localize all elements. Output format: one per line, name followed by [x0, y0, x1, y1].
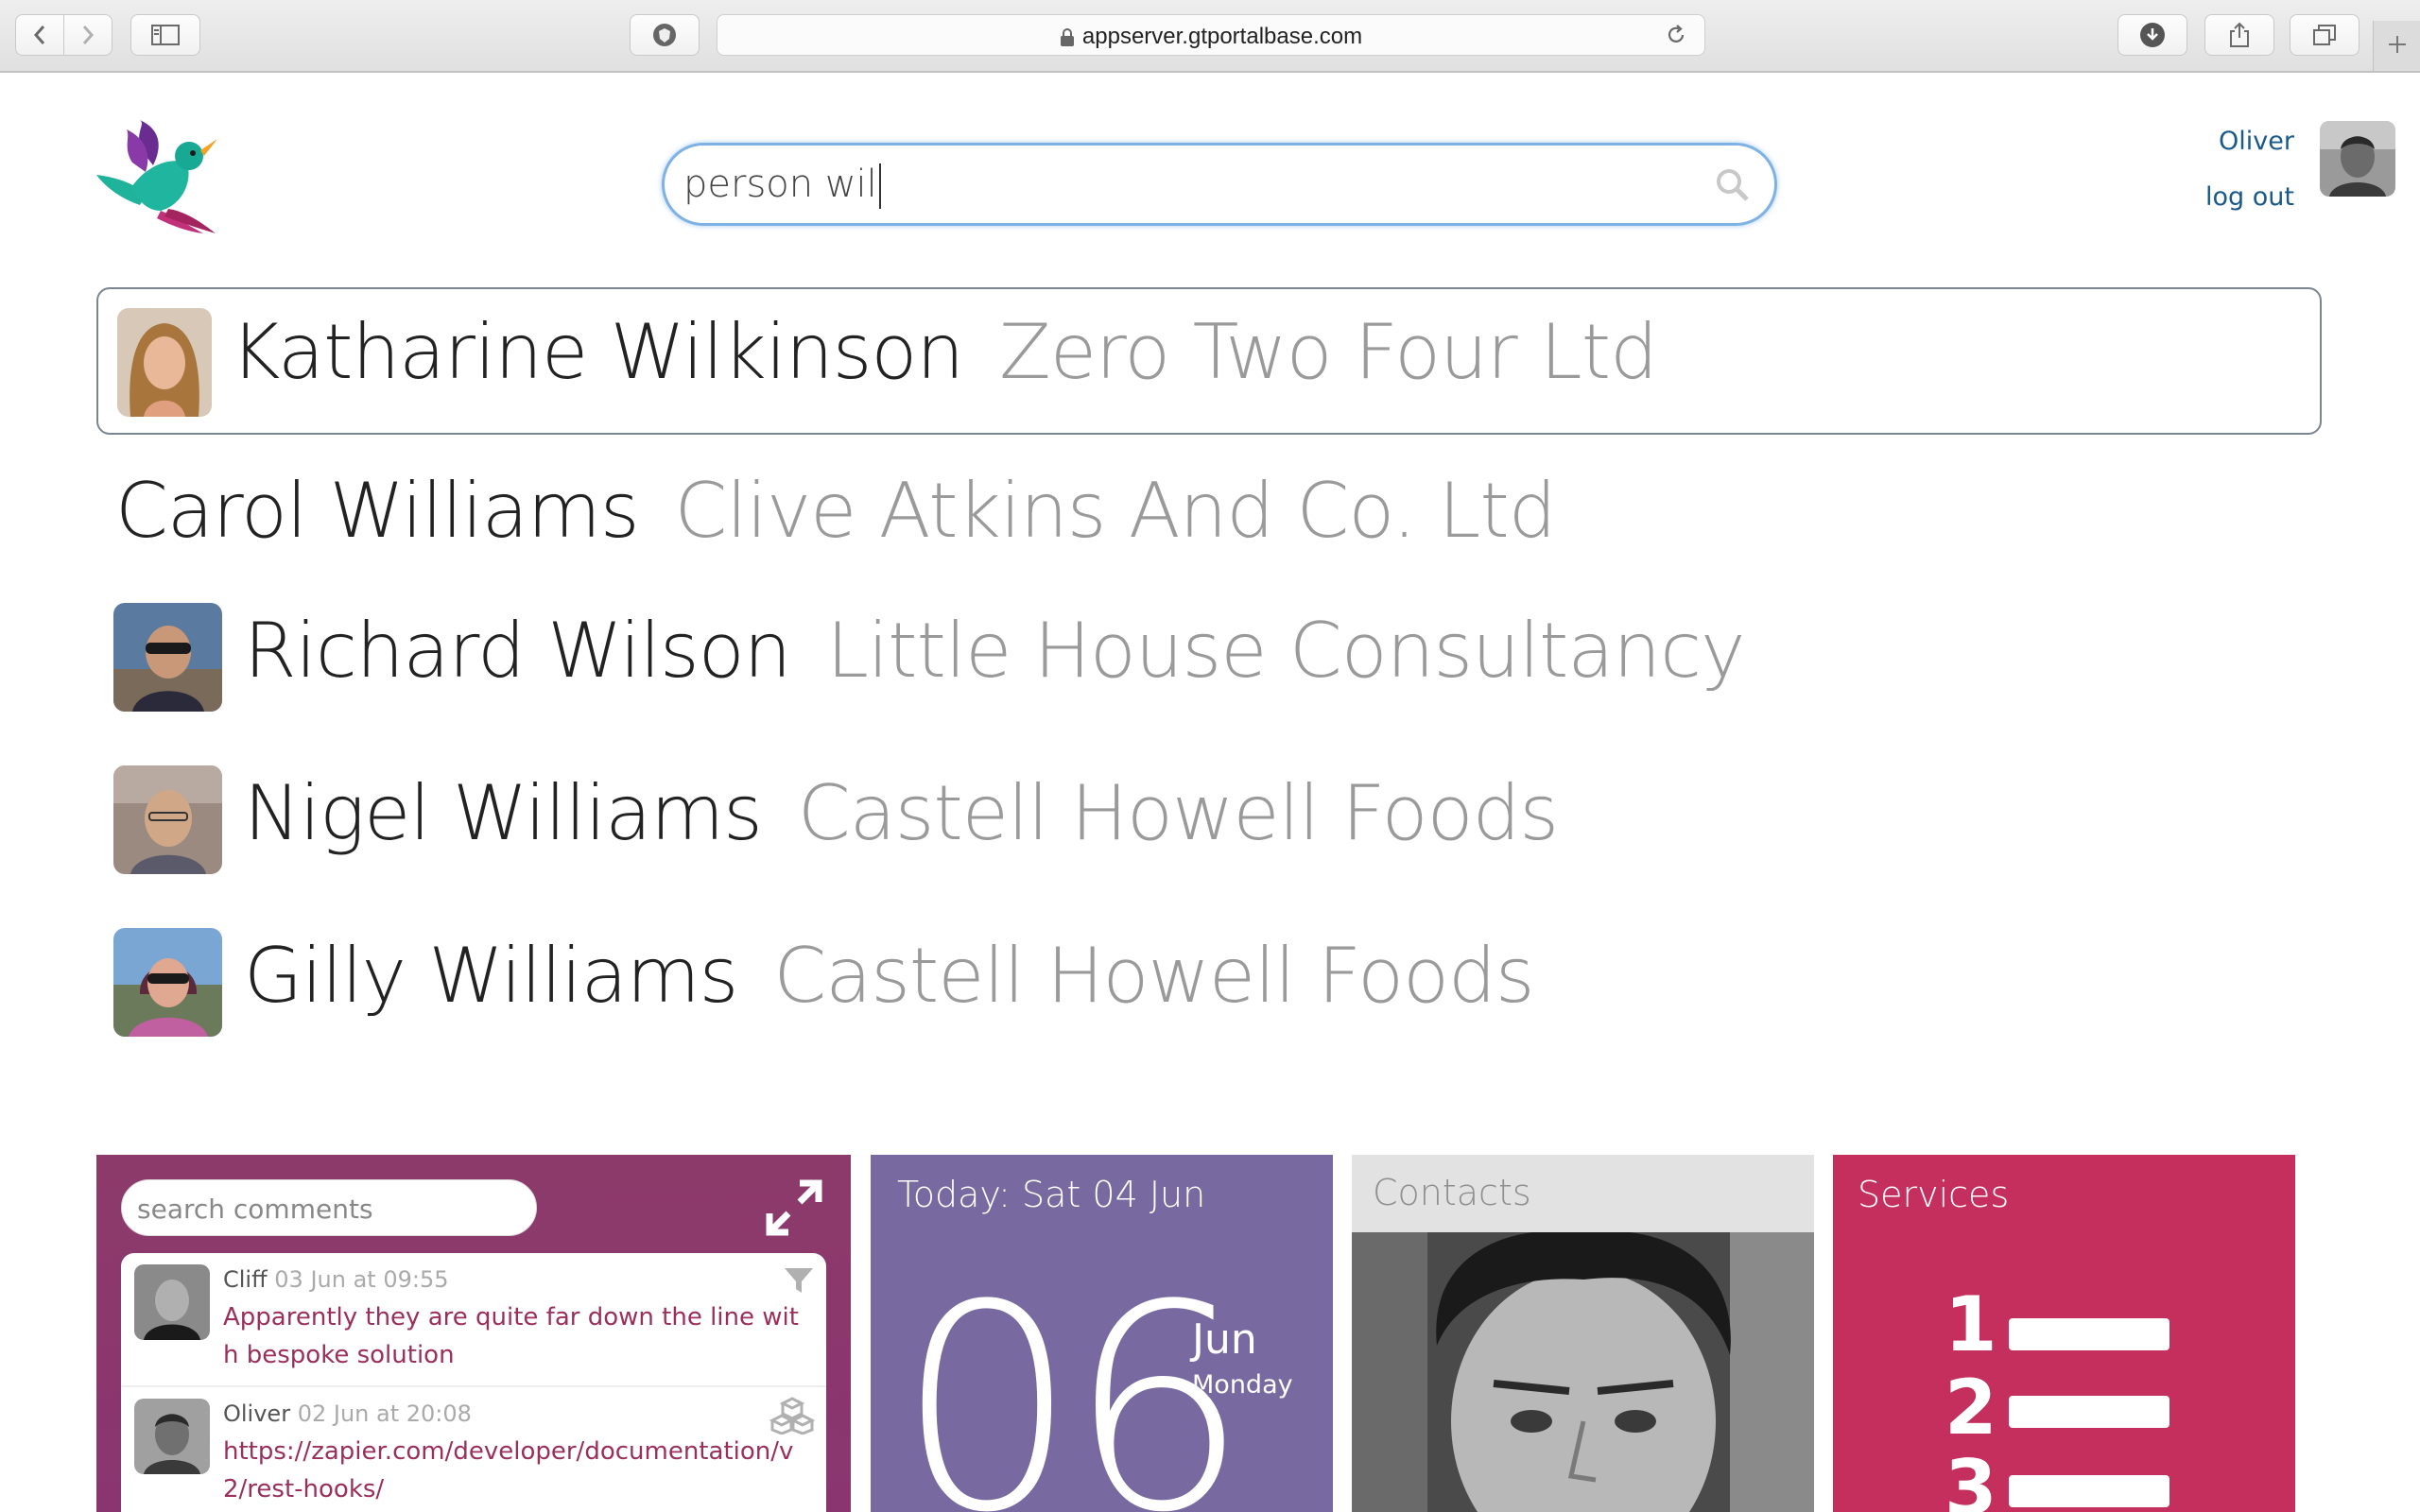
address-bar[interactable]: appserver.gtportalbase.com: [717, 14, 1705, 56]
plus-icon: [2389, 36, 2406, 53]
person-photo: [113, 765, 222, 874]
comment-link[interactable]: https://zapier.com/developer/documentati…: [223, 1433, 809, 1508]
search-result-item[interactable]: Nigel Williams Castell Howell Foods: [96, 750, 2322, 892]
person-photo: [113, 603, 222, 712]
back-button[interactable]: [15, 14, 64, 56]
hummingbird-logo[interactable]: [95, 120, 227, 238]
result-name: Katharine Wilkinson: [231, 308, 964, 396]
search-result-item[interactable]: Katharine Wilkinson Zero Two Four Ltd: [96, 287, 2322, 435]
services-widget[interactable]: Services 1 2 3: [1833, 1155, 2295, 1512]
tabs-icon: [2313, 25, 2336, 45]
lock-icon: [1060, 27, 1074, 46]
result-name: Nigel Williams: [244, 769, 763, 857]
comment-item[interactable]: Oliver 02 Jun at 20:08 https://zapier.co…: [121, 1387, 826, 1512]
reload-icon[interactable]: [1665, 24, 1687, 46]
contacts-title: Contacts: [1373, 1172, 1531, 1213]
commenter-avatar: [134, 1264, 210, 1340]
expand-icon[interactable]: [766, 1179, 822, 1236]
browser-toolbar: appserver.gtportalbase.com: [0, 0, 2420, 73]
result-name: Carol Williams: [115, 467, 639, 555]
search-icon[interactable]: [1716, 168, 1750, 202]
today-widget[interactable]: Today: Sat 04 Jun 06 Jun Monday: [871, 1155, 1333, 1512]
chevron-left-icon: [33, 26, 45, 44]
forward-button[interactable]: [63, 14, 112, 56]
commenter-avatar: [134, 1399, 210, 1474]
user-profile-link[interactable]: Oliver: [2219, 127, 2294, 156]
contact-photo: [1352, 1230, 1814, 1512]
services-title: Services: [1858, 1174, 2010, 1215]
today-weekday: Monday: [1192, 1370, 1293, 1400]
result-company: Castell Howell Foods: [773, 932, 1534, 1020]
cubes-icon[interactable]: [769, 1397, 815, 1435]
url-text: appserver.gtportalbase.com: [1081, 24, 1363, 49]
comment-search-input[interactable]: search comments: [121, 1179, 537, 1236]
person-photo: [113, 928, 222, 1037]
today-month: Jun: [1192, 1315, 1257, 1364]
today-title: Today: Sat 04 Jun: [897, 1174, 1206, 1215]
result-company: Little House Consultancy: [826, 607, 1745, 695]
chevron-right-icon: [82, 26, 95, 44]
share-icon: [2230, 22, 2249, 47]
user-avatar[interactable]: [2320, 121, 2395, 197]
comment-time: 03 Jun at 09:55: [274, 1266, 449, 1293]
sidebar-toggle-button[interactable]: [130, 14, 200, 56]
new-tab-button[interactable]: [2373, 21, 2420, 71]
privacy-button[interactable]: [630, 14, 700, 56]
search-result-item[interactable]: Carol Williams Clive Atkins And Co. Ltd: [96, 452, 2322, 575]
result-company: Castell Howell Foods: [797, 769, 1559, 857]
comment-author: Cliff: [223, 1266, 268, 1293]
downloads-button[interactable]: [2118, 14, 2187, 56]
svg-text:1: 1: [1945, 1282, 1997, 1368]
global-search-input[interactable]: person wil: [662, 143, 1777, 226]
share-button[interactable]: [2204, 14, 2274, 56]
comment-search-placeholder: search comments: [137, 1194, 373, 1225]
svg-text:3: 3: [1945, 1444, 1997, 1512]
result-company: Zero Two Four Ltd: [999, 308, 1658, 396]
search-result-item[interactable]: Richard Wilson Little House Consultancy: [96, 588, 2322, 730]
sidebar-icon: [151, 25, 180, 45]
tabs-overview-button[interactable]: [2290, 14, 2360, 56]
result-name: Richard Wilson: [244, 607, 791, 695]
shield-icon: [653, 24, 676, 46]
download-icon: [2140, 23, 2165, 47]
comment-item[interactable]: Cliff 03 Jun at 09:55 Apparently they ar…: [121, 1253, 826, 1385]
numbered-list-icon: 1 2 3: [1945, 1282, 2169, 1512]
person-photo: [117, 308, 212, 417]
comment-list: Cliff 03 Jun at 09:55 Apparently they ar…: [121, 1253, 826, 1512]
filter-icon[interactable]: [783, 1266, 815, 1295]
logout-link[interactable]: log out: [2205, 182, 2294, 212]
comment-time: 02 Jun at 20:08: [297, 1400, 472, 1427]
search-result-item[interactable]: Gilly Williams Castell Howell Foods: [96, 913, 2322, 1055]
contacts-widget[interactable]: Contacts: [1352, 1155, 1814, 1512]
comment-author: Oliver: [223, 1400, 291, 1427]
result-company: Clive Atkins And Co. Ltd: [674, 467, 1557, 555]
text-caret: [878, 163, 881, 209]
svg-text:2: 2: [1945, 1364, 1997, 1452]
search-query-text: person wil: [683, 163, 877, 206]
comment-text: Apparently they are quite far down the l…: [223, 1303, 799, 1369]
comments-widget: search comments Cliff 03 Jun at 09:55 Ap…: [96, 1155, 851, 1512]
today-day-number: 06: [897, 1245, 1249, 1512]
result-name: Gilly Williams: [244, 932, 738, 1020]
